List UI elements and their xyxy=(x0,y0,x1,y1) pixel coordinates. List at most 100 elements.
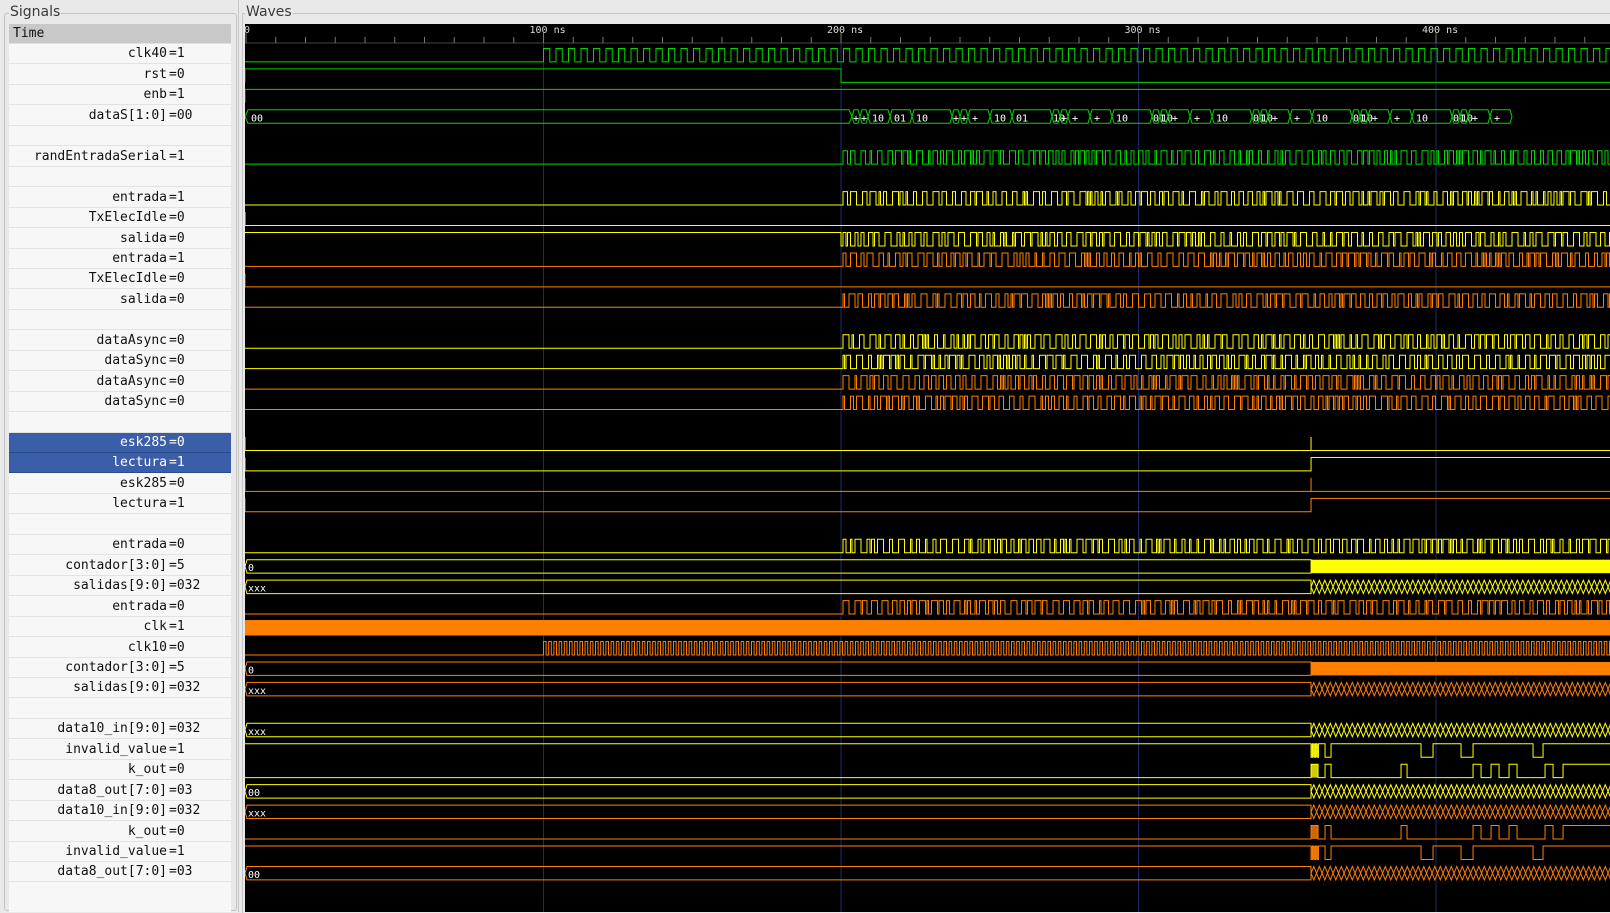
signal-name: TxElecIdle xyxy=(88,271,167,287)
svg-text:+: + xyxy=(1094,113,1100,124)
signal-row-blank xyxy=(9,699,231,719)
signal-name: clk40 xyxy=(127,46,167,62)
signal-row[interactable]: data8_out[7:0] =03 xyxy=(9,781,231,801)
signal-row[interactable]: data10_in[9:0] =032 xyxy=(9,801,231,822)
svg-text:+: + xyxy=(1372,113,1378,124)
signal-row[interactable]: contador[3:0] =5 xyxy=(9,556,231,576)
signal-name: entrada xyxy=(112,598,167,614)
signal-row[interactable]: randEntradaSerial =1 xyxy=(9,147,231,167)
waves-pane-title: Waves xyxy=(245,4,293,20)
signal-value: =00 xyxy=(169,107,193,123)
signal-value: =032 xyxy=(169,721,201,737)
svg-text:+: + xyxy=(1494,113,1500,124)
signal-value: =0 xyxy=(169,271,185,287)
signal-row[interactable]: lectura =1 xyxy=(9,453,231,474)
svg-text:xxx: xxx xyxy=(248,809,266,820)
time-header[interactable]: Time xyxy=(9,24,231,44)
signal-row[interactable]: salida =0 xyxy=(9,290,231,310)
signal-row[interactable]: esk285 =0 xyxy=(9,474,231,494)
signal-row[interactable]: esk285 =0 xyxy=(9,433,231,453)
signal-row[interactable]: data10_in[9:0] =032 xyxy=(9,719,231,740)
svg-text:+: + xyxy=(1472,113,1478,124)
signals-list[interactable]: Time clk40 =1 rst =0 enb =1 dataS[1:0] =00 randE… xyxy=(9,24,231,912)
signal-row[interactable]: rst =0 xyxy=(9,65,231,85)
signal-value: =1 xyxy=(169,46,185,62)
signal-value: =0 xyxy=(169,210,185,226)
svg-text:10: 10 xyxy=(1416,113,1428,124)
signal-row[interactable]: contador[3:0] =5 xyxy=(9,658,231,678)
signal-row[interactable]: TxElecIdle =0 xyxy=(9,269,231,290)
signal-value: =032 xyxy=(169,680,201,696)
signal-value: =0 xyxy=(169,394,185,410)
svg-text:+: + xyxy=(1294,113,1300,124)
signal-value: =0 xyxy=(169,230,185,246)
signal-row-blank xyxy=(9,126,231,147)
signal-row[interactable]: dataAsync =0 xyxy=(9,372,231,392)
svg-text:00: 00 xyxy=(251,113,263,124)
svg-text:+: + xyxy=(972,113,978,124)
svg-text:01: 01 xyxy=(894,113,906,124)
signal-row[interactable]: salidas[9:0] =032 xyxy=(9,678,231,699)
signal-row[interactable]: entrada =1 xyxy=(9,188,231,208)
signal-name: k_out xyxy=(127,823,167,839)
signal-row[interactable]: lectura =1 xyxy=(9,494,231,515)
signal-row[interactable]: clk40 =1 xyxy=(9,44,231,65)
signal-row[interactable]: dataSync =0 xyxy=(9,351,231,372)
signal-value: =0 xyxy=(169,475,185,491)
signal-value: =0 xyxy=(169,332,185,348)
signal-name: data8_out[7:0] xyxy=(57,864,167,880)
svg-text:xxx: xxx xyxy=(248,727,266,738)
signal-row[interactable]: salidas[9:0] =032 xyxy=(9,576,231,597)
signal-value: =032 xyxy=(169,803,201,819)
signal-name: invalid_value xyxy=(65,844,167,859)
svg-text:+: + xyxy=(861,113,867,124)
signal-row[interactable]: dataS[1:0] =00 xyxy=(9,106,231,126)
timeline-label: 0 xyxy=(245,25,250,36)
signal-value: =0 xyxy=(169,537,185,553)
wave-clk[interactable] xyxy=(245,620,1610,636)
signal-name: k_out xyxy=(127,762,167,778)
signal-name: data8_out[7:0] xyxy=(57,782,167,798)
signal-row[interactable]: salida =0 xyxy=(9,229,231,249)
signal-row[interactable]: k_out =0 xyxy=(9,760,231,781)
wave-background xyxy=(245,24,1610,912)
signal-row-blank xyxy=(9,413,231,433)
signal-value: =5 xyxy=(169,557,185,573)
signal-name: dataSync xyxy=(104,353,167,369)
signal-name: contador[3:0] xyxy=(65,659,167,675)
signal-name: entrada xyxy=(112,189,167,205)
signal-value: =1 xyxy=(169,844,185,859)
signal-row[interactable]: invalid_value =1 xyxy=(9,842,231,862)
signal-row-blank xyxy=(9,167,231,188)
waveform-canvas[interactable]: 0 100 ns 200 ns 300 ns 400 ns00 + +10 01 10 + + +10… xyxy=(245,24,1610,912)
signal-row[interactable]: clk10 =0 xyxy=(9,638,231,658)
signal-name: dataAsync xyxy=(96,373,167,389)
signal-name: data10_in[9:0] xyxy=(57,803,167,819)
signal-row[interactable]: dataSync =0 xyxy=(9,392,231,413)
svg-text:00: 00 xyxy=(248,870,260,881)
signal-row[interactable]: enb =1 xyxy=(9,85,231,106)
signal-row[interactable]: invalid_value =1 xyxy=(9,740,231,760)
timeline-label: 200 ns xyxy=(827,25,863,36)
signal-row[interactable]: data8_out[7:0] =03 xyxy=(9,862,231,883)
signal-value: =0 xyxy=(169,823,185,839)
svg-text:0: 0 xyxy=(248,563,254,574)
signal-name: clk xyxy=(143,619,167,635)
signal-row-blank xyxy=(9,515,231,535)
signal-row[interactable]: dataAsync =0 xyxy=(9,331,231,351)
signal-name: enb xyxy=(143,87,167,103)
signals-pane-title: Signals xyxy=(9,4,62,20)
signal-name: salida xyxy=(120,291,167,307)
signal-row[interactable]: TxElecIdle =0 xyxy=(9,208,231,229)
signal-value: =0 xyxy=(169,353,185,369)
signal-row[interactable]: entrada =1 xyxy=(9,249,231,269)
signal-name: salida xyxy=(120,230,167,246)
signal-row[interactable]: entrada =0 xyxy=(9,597,231,617)
signal-row[interactable]: clk =1 xyxy=(9,617,231,638)
signal-row[interactable]: k_out =0 xyxy=(9,822,231,842)
signal-value: =0 xyxy=(169,435,185,450)
signal-row[interactable]: entrada =0 xyxy=(9,535,231,556)
signal-value: =1 xyxy=(169,189,185,205)
svg-text:+: + xyxy=(1061,113,1067,124)
signal-name: rst xyxy=(143,66,167,82)
